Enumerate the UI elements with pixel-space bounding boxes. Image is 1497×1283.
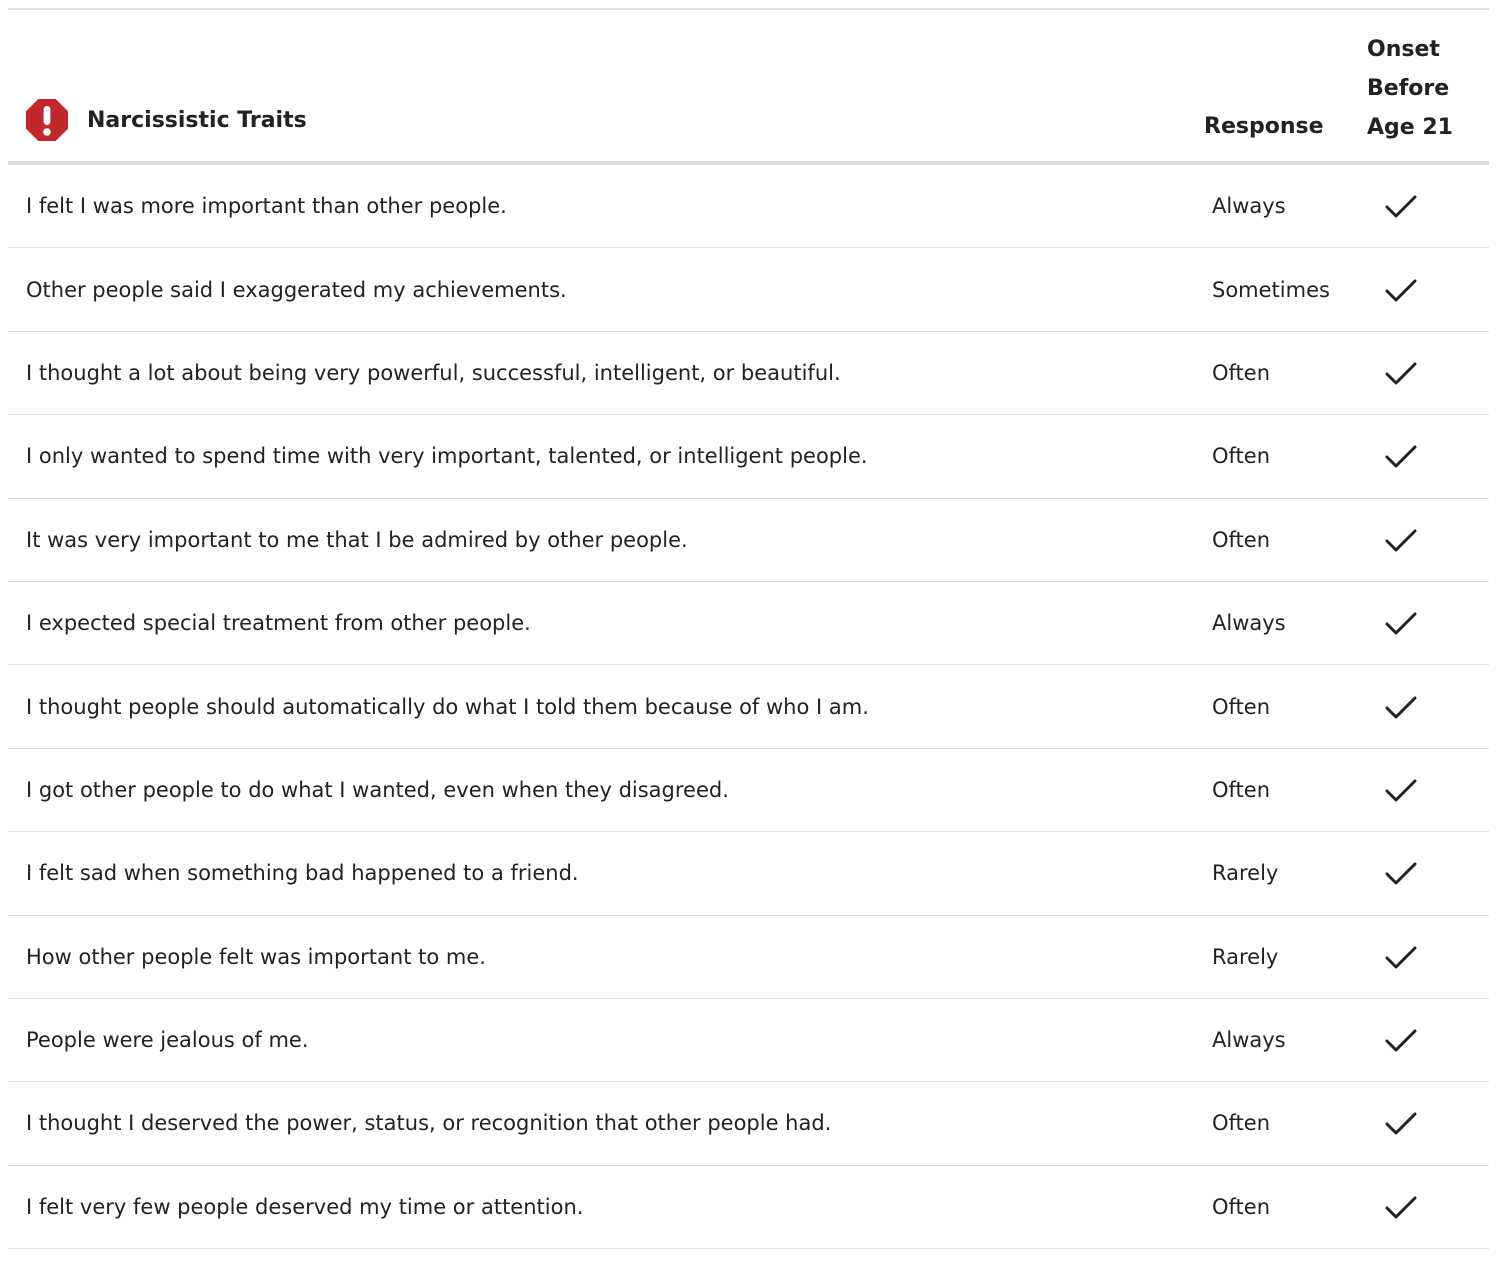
- response-value: Often: [1212, 360, 1271, 385]
- response-value: Often: [1212, 777, 1271, 802]
- response-value: Often: [1212, 1111, 1271, 1136]
- response-value: Often: [1212, 444, 1271, 469]
- table-row: I felt I was more important than other p…: [8, 165, 1489, 249]
- table-row: I felt very few people deserved my time …: [8, 1166, 1489, 1250]
- checkmark-icon: [1385, 862, 1417, 885]
- response-value: Often: [1212, 527, 1271, 552]
- responses-table: I felt I was more important than other p…: [8, 165, 1489, 1250]
- question-text: People were jealous of me.: [26, 1028, 309, 1053]
- checkmark-icon: [1385, 195, 1417, 218]
- checkmark-icon: [1385, 1112, 1417, 1135]
- checkmark-icon: [1385, 696, 1417, 719]
- checkmark-icon: [1385, 1029, 1417, 1052]
- question-text: I thought a lot about being very powerfu…: [26, 360, 841, 385]
- question-text: I only wanted to spend time with very im…: [26, 444, 868, 469]
- table-row: I thought I deserved the power, status, …: [8, 1082, 1489, 1166]
- section-title: Narcissistic Traits: [87, 107, 307, 133]
- checkmark-icon: [1385, 529, 1417, 552]
- checkmark-icon: [1385, 779, 1417, 802]
- table-row: I felt sad when something bad happened t…: [8, 832, 1489, 916]
- question-text: I thought I deserved the power, status, …: [26, 1111, 832, 1136]
- checkmark-icon: [1385, 612, 1417, 635]
- table-row: How other people felt was important to m…: [8, 916, 1489, 999]
- checkmark-icon: [1385, 279, 1417, 302]
- column-header-response: Response: [1204, 114, 1324, 139]
- response-value: Rarely: [1212, 944, 1279, 969]
- response-value: Always: [1212, 1028, 1286, 1053]
- question-text: I felt sad when something bad happened t…: [26, 861, 579, 886]
- response-value: Often: [1212, 694, 1271, 719]
- question-text: I felt I was more important than other p…: [26, 194, 507, 219]
- question-text: I got other people to do what I wanted, …: [26, 777, 729, 802]
- response-value: Sometimes: [1212, 277, 1330, 302]
- question-text: I felt very few people deserved my time …: [26, 1194, 584, 1219]
- section-header: Narcissistic Traits Response Onset Befor…: [8, 10, 1489, 161]
- table-row: It was very important to me that I be ad…: [8, 499, 1489, 582]
- question-text: How other people felt was important to m…: [26, 944, 486, 969]
- table-row: I only wanted to spend time with very im…: [8, 415, 1489, 499]
- table-row: I expected special treatment from other …: [8, 582, 1489, 666]
- column-header-onset: Onset Before Age 21: [1367, 37, 1453, 140]
- table-row: I thought a lot about being very powerfu…: [8, 332, 1489, 416]
- question-text: It was very important to me that I be ad…: [26, 527, 688, 552]
- table-row: People were jealous of me. Always: [8, 999, 1489, 1083]
- checkmark-icon: [1385, 946, 1417, 969]
- question-text: I expected special treatment from other …: [26, 611, 531, 636]
- table-row: I thought people should automatically do…: [8, 665, 1489, 749]
- question-text: Other people said I exaggerated my achie…: [26, 277, 567, 302]
- checkmark-icon: [1385, 362, 1417, 385]
- response-value: Always: [1212, 194, 1286, 219]
- alert-octagon-icon: [26, 99, 68, 141]
- response-value: Always: [1212, 611, 1286, 636]
- section-title-group: Narcissistic Traits: [26, 98, 307, 142]
- checkmark-icon: [1385, 445, 1417, 468]
- checkmark-icon: [1385, 1196, 1417, 1219]
- table-row: I got other people to do what I wanted, …: [8, 749, 1489, 833]
- table-row: Other people said I exaggerated my achie…: [8, 248, 1489, 332]
- question-text: I thought people should automatically do…: [26, 694, 869, 719]
- response-value: Often: [1212, 1194, 1271, 1219]
- response-value: Rarely: [1212, 861, 1279, 886]
